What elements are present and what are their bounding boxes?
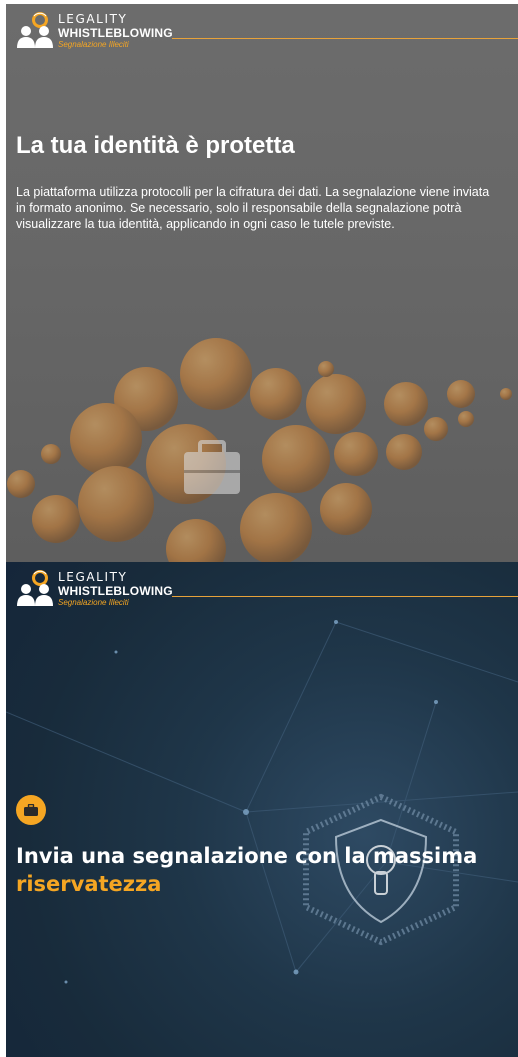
people-icon	[17, 26, 53, 48]
brand-name-top: LEGALITY	[58, 12, 128, 26]
confidential-title: Invia una segnalazione con la massima ri…	[16, 842, 486, 898]
brand-tagline: Segnalazione Illeciti	[58, 598, 129, 607]
brand-name-bottom: WHISTLEBLOWING	[58, 26, 173, 40]
brand-header: LEGALITY WHISTLEBLOWING Segnalazione Ill…	[16, 10, 518, 50]
brand-header: LEGALITY WHISTLEBLOWING Segnalazione Ill…	[16, 568, 518, 608]
title-highlight: riservatezza	[16, 872, 162, 896]
header-divider	[172, 38, 518, 39]
spheres-illustration	[7, 338, 512, 562]
network-background	[6, 620, 518, 984]
brand-tagline: Segnalazione Illeciti	[58, 40, 129, 49]
title-text: Invia una segnalazione con la massima	[16, 844, 478, 868]
identity-description: La piattaforma utilizza protocolli per l…	[16, 185, 490, 231]
identity-title: La tua identità è protetta	[16, 132, 295, 159]
briefcase-icon	[24, 804, 38, 816]
briefcase-badge	[16, 795, 46, 825]
identity-panel: LEGALITY WHISTLEBLOWING Segnalazione Ill…	[6, 4, 518, 562]
header-divider	[172, 596, 518, 597]
confidential-panel: LEGALITY WHISTLEBLOWING Segnalazione Ill…	[6, 562, 518, 1057]
brand-name-bottom: WHISTLEBLOWING	[58, 584, 173, 598]
people-icon	[17, 584, 53, 606]
brand-name-top: LEGALITY	[58, 570, 128, 584]
